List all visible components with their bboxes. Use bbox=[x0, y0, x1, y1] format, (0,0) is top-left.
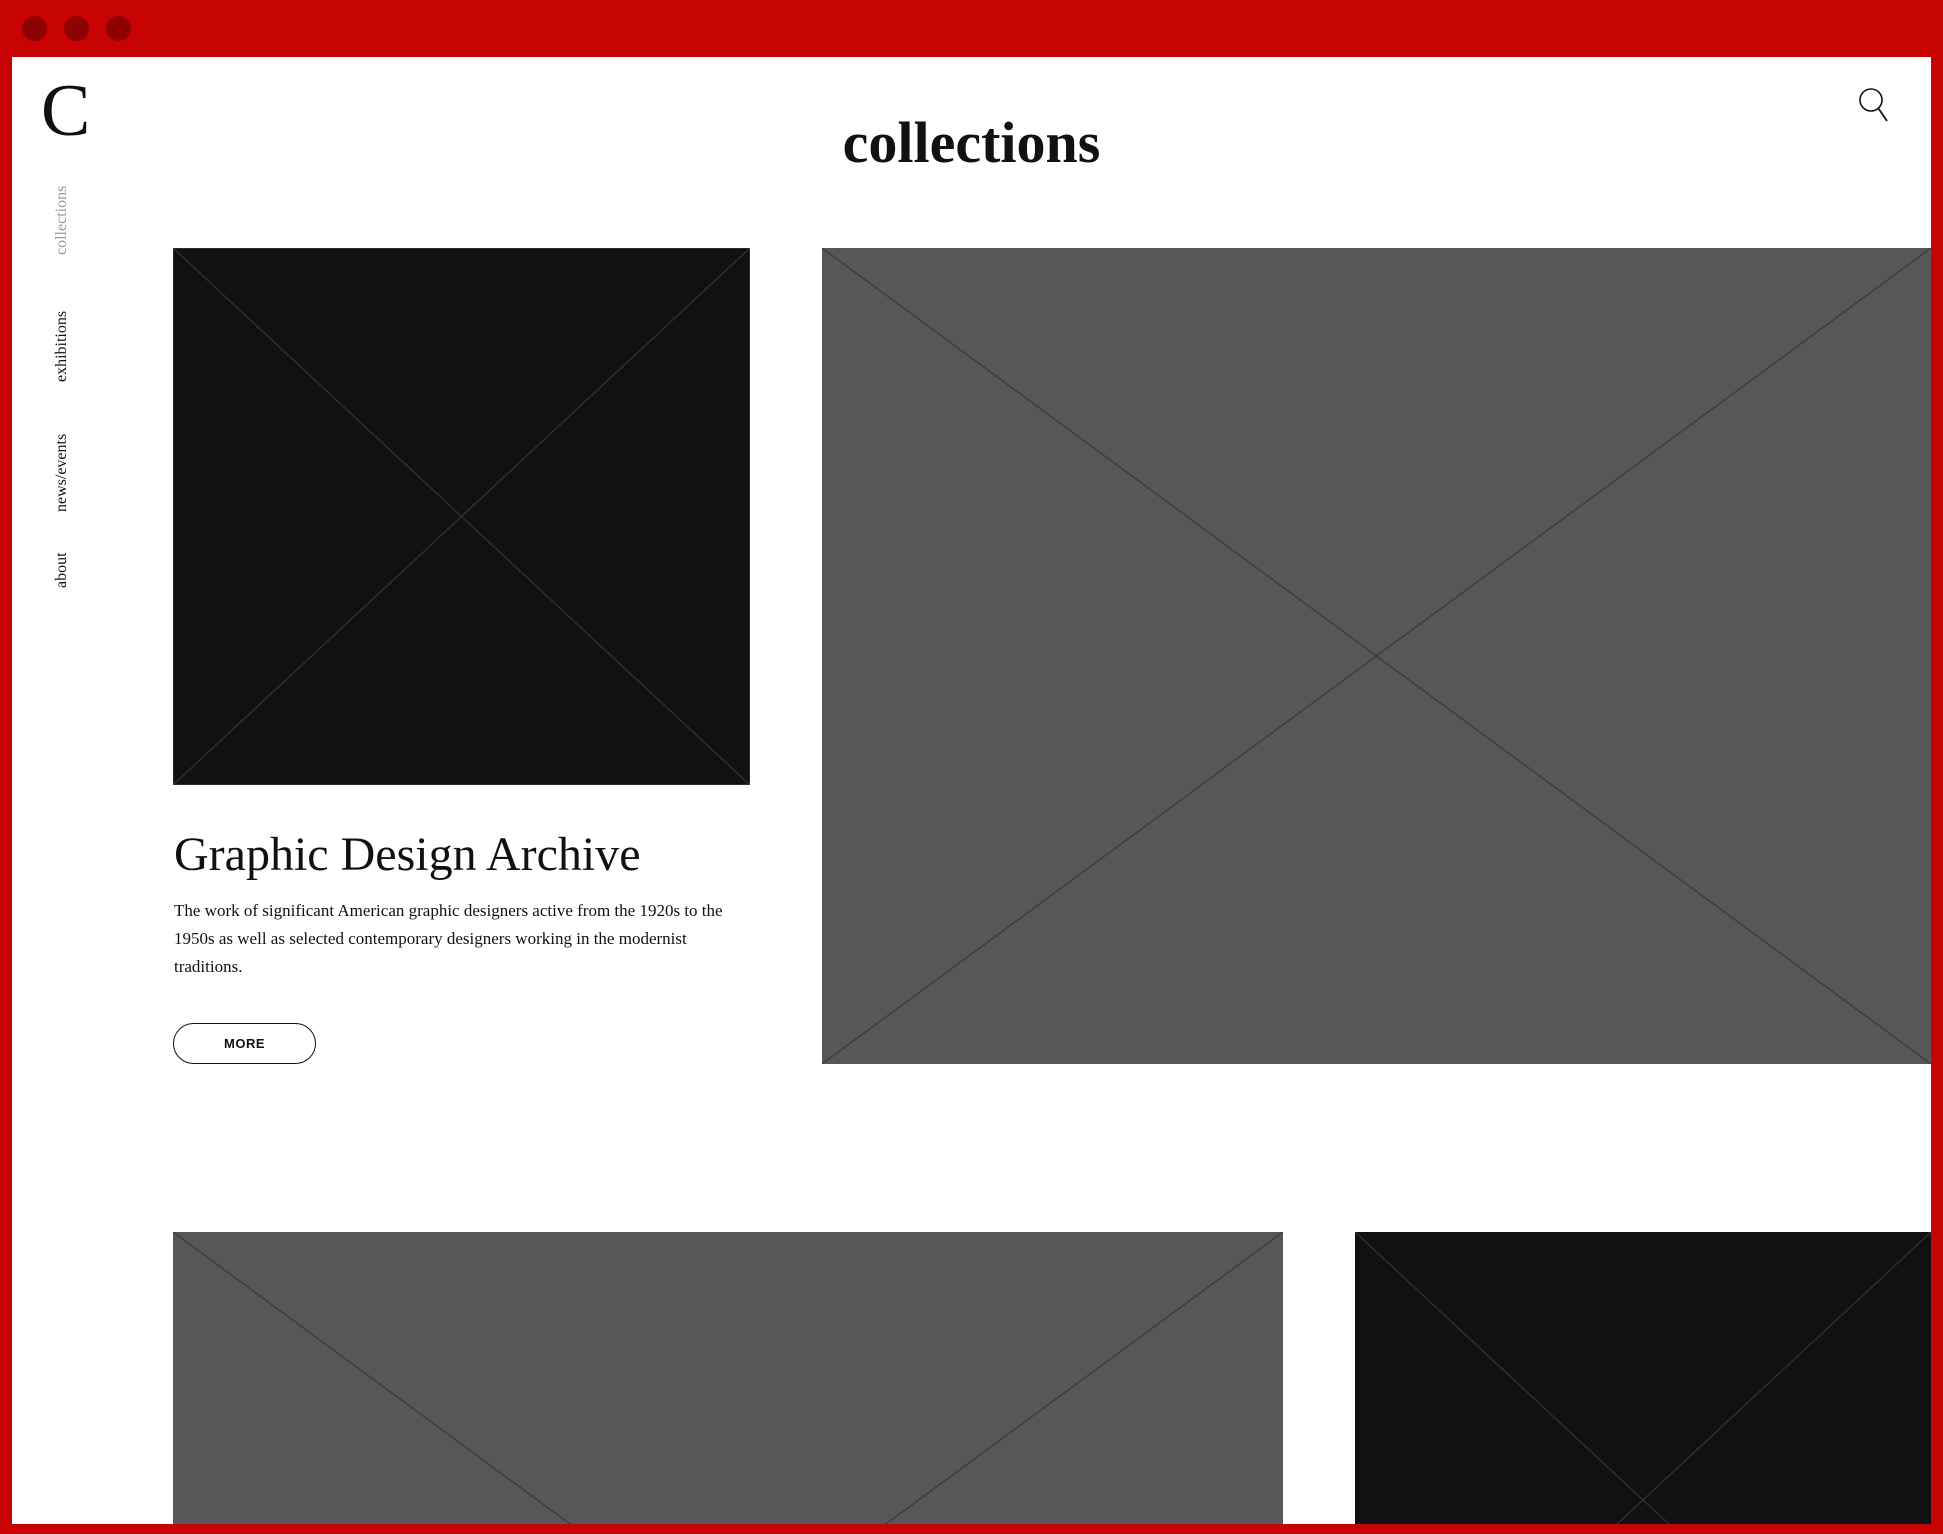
collection-image-placeholder[interactable] bbox=[173, 248, 750, 785]
nav-item-exhibitions[interactable]: exhibitions bbox=[53, 311, 70, 382]
nav-item-collections[interactable]: collections bbox=[53, 186, 70, 255]
collection-image-placeholder[interactable] bbox=[1355, 1232, 1931, 1524]
browser-window: C collections collections exhibitions ne… bbox=[0, 0, 1943, 1534]
page-title: collections bbox=[842, 110, 1101, 175]
window-controls bbox=[22, 16, 131, 41]
nav-item-news-events[interactable]: news/events bbox=[53, 434, 70, 512]
close-dot[interactable] bbox=[22, 16, 47, 41]
page-content: C collections collections exhibitions ne… bbox=[12, 57, 1931, 1524]
collection-title: Graphic Design Archive bbox=[174, 828, 641, 881]
minimize-dot[interactable] bbox=[64, 16, 89, 41]
more-button[interactable]: MORE bbox=[173, 1023, 316, 1064]
collection-image-placeholder[interactable] bbox=[173, 1232, 1283, 1524]
maximize-dot[interactable] bbox=[106, 16, 131, 41]
nav-item-about[interactable]: about bbox=[53, 552, 70, 588]
featured-image-placeholder[interactable] bbox=[822, 248, 1931, 1064]
collection-description: The work of significant American graphic… bbox=[174, 901, 723, 976]
